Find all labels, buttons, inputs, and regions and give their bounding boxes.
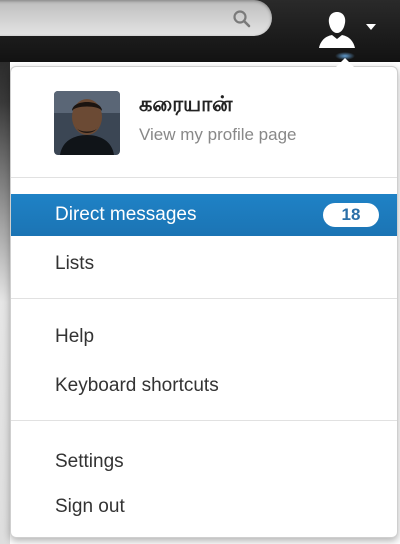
menu-item-lists[interactable]: Lists xyxy=(11,243,397,285)
view-profile-link[interactable]: View my profile page xyxy=(139,125,297,145)
direct-messages-label: Direct messages xyxy=(55,204,197,225)
menu-item-settings[interactable]: Settings xyxy=(11,441,397,483)
background-page xyxy=(0,62,10,544)
menu-divider xyxy=(11,298,397,299)
menu-item-keyboard-shortcuts[interactable]: Keyboard shortcuts xyxy=(11,365,397,407)
user-menu-button[interactable] xyxy=(305,2,385,58)
avatar xyxy=(54,91,120,155)
menu-item-sign-out[interactable]: Sign out xyxy=(11,486,397,528)
menu-divider xyxy=(11,420,397,421)
search-icon[interactable] xyxy=(232,9,252,29)
profile-link[interactable]: கரையான் View my profile page xyxy=(11,85,397,159)
menu-divider xyxy=(11,177,397,178)
caret-down-icon xyxy=(366,24,376,30)
menu-item-direct-messages[interactable]: Direct messages 18 xyxy=(11,194,397,236)
dropdown-pointer xyxy=(336,58,354,67)
profile-name: கரையான் xyxy=(139,92,233,116)
menu-item-help[interactable]: Help xyxy=(11,316,397,358)
search-input[interactable] xyxy=(0,0,272,36)
unread-count-badge: 18 xyxy=(323,203,379,227)
user-dropdown-menu: கரையான் View my profile page Direct mess… xyxy=(10,58,398,538)
user-icon xyxy=(319,12,355,48)
